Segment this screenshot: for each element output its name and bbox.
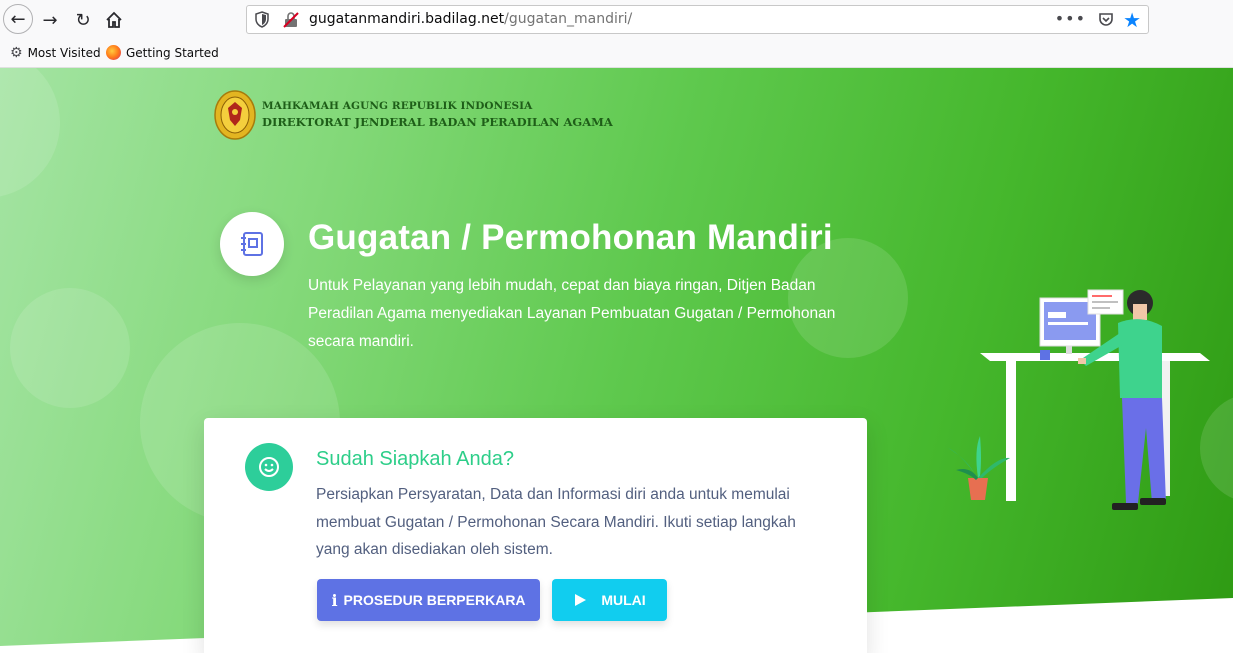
- office-worker-illustration: [948, 289, 1210, 510]
- bookmarks-bar: ⚙ Most Visited Getting Started: [0, 40, 1233, 102]
- reload-icon: ↻: [75, 9, 91, 31]
- bookmark-most-visited[interactable]: ⚙ Most Visited: [10, 45, 101, 61]
- url-domain: gugatanmandiri.badilag.net: [309, 11, 505, 27]
- bookmark-label: Most Visited: [27, 46, 101, 60]
- insecure-lock-icon[interactable]: [283, 12, 299, 28]
- back-arrow-icon: ←: [10, 8, 26, 30]
- url-path: /gugatan_mandiri/: [504, 11, 633, 27]
- play-icon: [575, 594, 587, 606]
- forward-button[interactable]: →: [36, 6, 64, 34]
- bookmark-label: Getting Started: [126, 45, 219, 60]
- decor-bubble: [10, 288, 130, 408]
- org-name-line1: MAHKAMAH AGUNG REPUBLIK INDONESIA: [262, 100, 533, 112]
- page-title: Gugatan / Permohonan Mandiri: [308, 218, 833, 257]
- browser-toolbar: ← → ↻ gugatanmandiri.badilag.net/gugatan…: [0, 0, 1233, 40]
- home-button[interactable]: [100, 6, 128, 34]
- prosedur-berperkara-button[interactable]: i PROSEDUR BERPERKARA: [317, 579, 540, 621]
- reload-button[interactable]: ↻: [69, 6, 97, 34]
- page-content: MAHKAMAH AGUNG REPUBLIK INDONESIA DIREKT…: [0, 68, 1233, 653]
- bookmark-star-icon[interactable]: ★: [1123, 8, 1141, 32]
- address-bar[interactable]: gugatanmandiri.badilag.net/gugatan_mandi…: [246, 5, 1149, 34]
- hero-icon-circle: [220, 212, 284, 276]
- notebook-icon: [241, 232, 263, 256]
- org-name-line2: DIREKTORAT JENDERAL BADAN PERADILAN AGAM…: [262, 115, 613, 129]
- mulai-button-label: MULAI: [601, 592, 646, 608]
- firefox-icon: [106, 45, 121, 60]
- back-button[interactable]: ←: [3, 4, 33, 34]
- info-icon: i: [331, 590, 338, 610]
- pocket-icon[interactable]: [1098, 12, 1114, 28]
- mulai-button[interactable]: MULAI: [552, 579, 667, 621]
- card-description: Persiapkan Persyaratan, Data dan Informa…: [316, 486, 796, 558]
- card-title: Sudah Siapkah Anda?: [316, 448, 514, 470]
- home-icon: [106, 11, 122, 28]
- url-text[interactable]: gugatanmandiri.badilag.net/gugatan_mandi…: [309, 11, 632, 27]
- shield-icon[interactable]: [255, 11, 269, 28]
- page-actions-menu-icon[interactable]: •••: [1055, 9, 1086, 28]
- mahkamah-agung-logo: [214, 90, 256, 140]
- card-icon-circle: [245, 443, 293, 491]
- bookmark-getting-started[interactable]: Getting Started: [106, 45, 219, 60]
- hero-description: Untuk Pelayanan yang lebih mudah, cepat …: [308, 277, 836, 350]
- smile-icon: [259, 457, 279, 477]
- forward-arrow-icon: →: [42, 9, 58, 31]
- gear-icon: ⚙: [10, 45, 23, 61]
- prosedur-button-label: PROSEDUR BERPERKARA: [343, 592, 526, 608]
- ready-card: Sudah Siapkah Anda? Persiapkan Persyarat…: [204, 418, 867, 653]
